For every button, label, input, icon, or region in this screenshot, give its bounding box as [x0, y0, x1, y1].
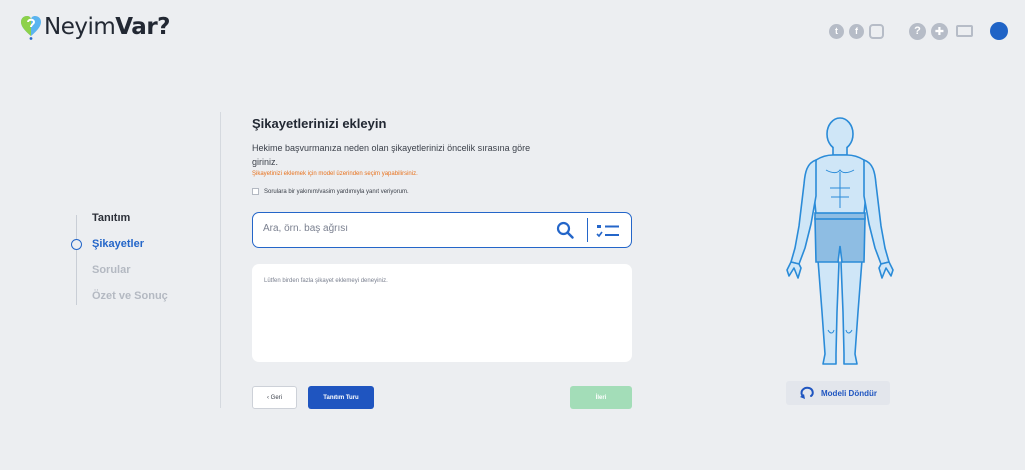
top-icon-bar: t f ? ✚	[829, 22, 1013, 40]
body-neck[interactable]	[832, 147, 848, 156]
complaints-list-box[interactable]: Lütfen birden fazla şikayet eklemeyi den…	[252, 264, 632, 362]
body-right-arm[interactable]	[863, 159, 890, 265]
page-description: Hekime başvurmanıza neden olan şikayetle…	[252, 143, 531, 167]
step-sorular: Sorular	[92, 264, 131, 276]
search-icon[interactable]	[556, 221, 574, 239]
complaints-list-placeholder: Lütfen birden fazla şikayet eklemeyi den…	[264, 278, 388, 284]
help-icon[interactable]: ?	[909, 22, 926, 40]
lifebuoy-icon[interactable]: ✚	[931, 22, 948, 40]
body-head[interactable]	[826, 117, 854, 151]
back-button[interactable]: ‹ Geri	[252, 386, 297, 409]
search-separator	[587, 218, 588, 242]
body-model[interactable]	[778, 110, 902, 372]
mail-icon[interactable]	[956, 25, 973, 37]
complaint-search-input[interactable]	[263, 223, 543, 234]
instagram-icon[interactable]	[869, 23, 884, 39]
checklist-icon[interactable]	[596, 223, 620, 239]
active-step-dot	[71, 239, 82, 250]
next-button[interactable]: İleri	[570, 386, 632, 409]
body-left-arm[interactable]	[790, 159, 817, 265]
helper-checkbox-label: Sorulara bir yakınım/vasim yardımıyla ya…	[264, 188, 409, 195]
rotate-model-label: Modeli Döndür	[821, 388, 877, 398]
rotate-model-button[interactable]: Modeli Döndür	[786, 381, 890, 405]
brand-name: NeyimVar?	[44, 14, 171, 40]
heart-logo-icon	[21, 16, 41, 40]
brand-logo[interactable]: NeyimVar?	[20, 14, 171, 40]
body-pelvis[interactable]	[814, 217, 866, 263]
body-right-hand[interactable]	[878, 261, 894, 279]
rotate-icon	[800, 386, 814, 399]
section-divider	[220, 112, 221, 408]
step-sikayetler[interactable]: Şikayetler	[64, 238, 168, 264]
model-hint-text: Şikayetinizi eklemek için model üzerinde…	[252, 171, 418, 177]
step-tanitim[interactable]: Tanıtım	[64, 212, 168, 238]
intro-tour-button[interactable]: Tanıtım Turu	[308, 386, 374, 409]
page-title: Şikayetlerinizi ekleyin	[252, 116, 387, 131]
helper-checkbox[interactable]	[252, 188, 259, 195]
twitter-icon[interactable]: t	[829, 23, 844, 39]
body-left-hand[interactable]	[786, 261, 802, 279]
body-left-leg[interactable]	[817, 259, 840, 365]
body-right-leg[interactable]	[840, 259, 863, 365]
facebook-icon[interactable]: f	[849, 23, 864, 39]
step-ozet-ve-sonuc: Özet ve Sonuç	[92, 290, 168, 302]
body-waistband	[814, 212, 866, 220]
complaint-search	[252, 212, 632, 248]
user-icon[interactable]	[990, 22, 1008, 40]
step-navigation: Tanıtım Şikayetler Sorular Özet ve Sonuç	[64, 212, 168, 316]
helper-checkbox-row[interactable]: Sorulara bir yakınım/vasim yardımıyla ya…	[252, 188, 409, 195]
